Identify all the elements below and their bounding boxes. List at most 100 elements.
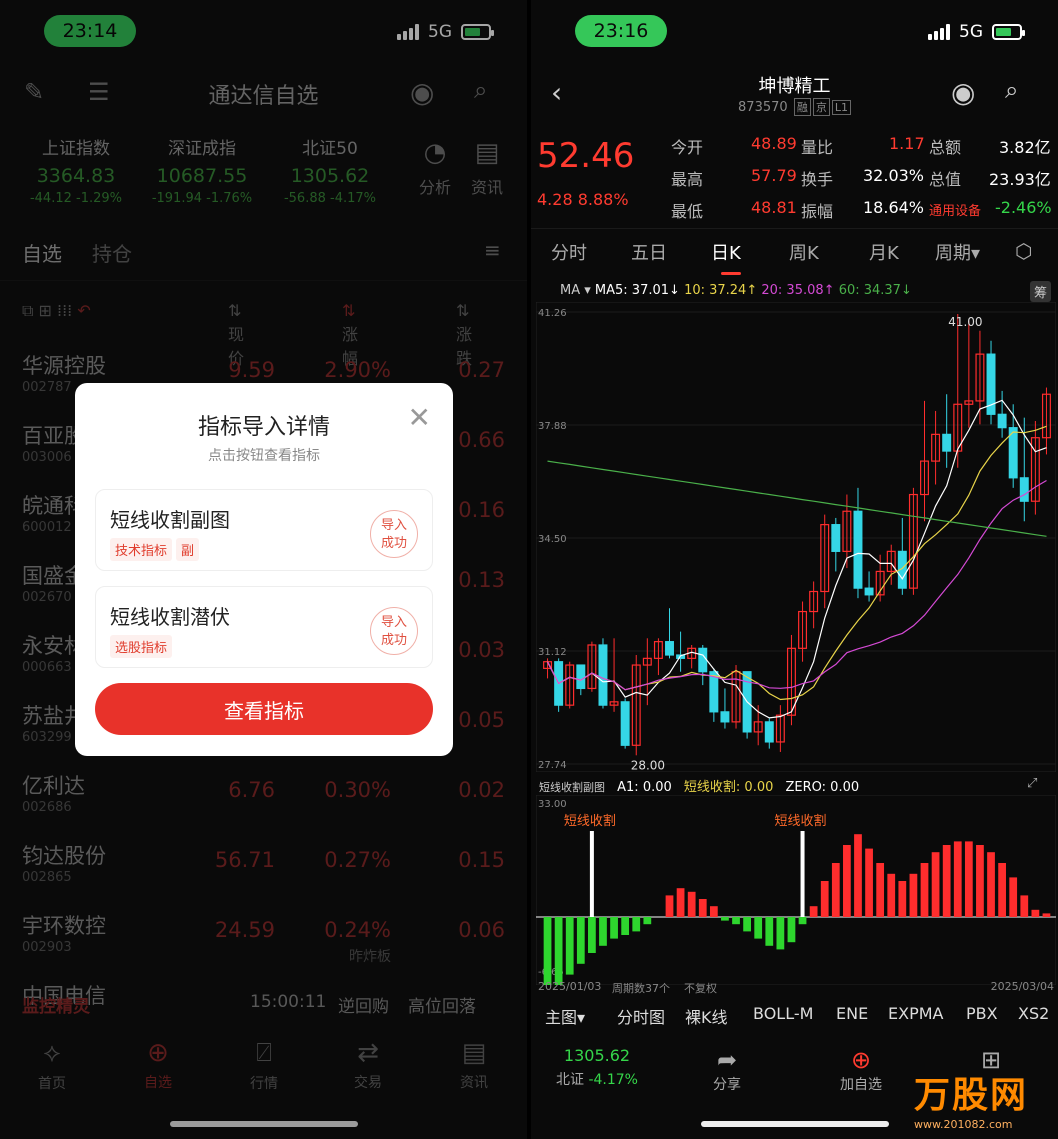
column-pct[interactable]: 涨幅 ⇅ — [342, 301, 358, 368]
candle — [831, 517, 841, 572]
watchlist-tabs: 自选 持仓 ≡ — [0, 232, 527, 280]
tab-five-day[interactable]: 五日 — [631, 239, 667, 265]
indicator-bar — [898, 881, 907, 917]
candle — [964, 320, 974, 428]
robot-assistant-icon[interactable]: ◉ — [951, 76, 975, 109]
trade-icon: ⇄ — [357, 1038, 379, 1068]
column-price[interactable]: 现价 ⇅ — [228, 301, 244, 368]
candle — [1008, 404, 1018, 488]
candlestick-chart[interactable]: 41.26 37.88 34.50 31.12 27.74 41.00 28.00 — [536, 302, 1056, 772]
menu-icon[interactable]: ≡ — [484, 238, 501, 262]
page-title: 通达信自选 — [208, 84, 319, 109]
tab-weekly-k[interactable]: 周K — [789, 239, 819, 265]
analysis-button[interactable]: ◔ 分析 — [410, 138, 460, 198]
indicator-bar — [798, 917, 807, 925]
main-chart-select[interactable]: 主图▾ — [545, 1004, 585, 1028]
document-icon: ▤ — [474, 138, 500, 168]
indicator-bar — [1009, 877, 1018, 917]
indicator-card[interactable]: 短线收割副图 技术指标副 导入 成功 — [95, 489, 433, 571]
index-ticker[interactable]: 1305.62 北证 -4.17% — [555, 1046, 639, 1089]
share-button[interactable]: ➦ 分享 — [701, 1046, 753, 1094]
signal-label: 短线收割 — [564, 813, 616, 829]
add-watchlist-button[interactable]: ⊕ 加自选 — [831, 1046, 891, 1094]
expand-icon[interactable]: ⤢ — [1027, 776, 1037, 791]
battery-icon — [992, 24, 1025, 40]
toolbar-item[interactable]: 裸K线 — [685, 1004, 728, 1028]
indicator-bar — [732, 917, 740, 925]
candle — [653, 638, 663, 676]
candle — [1030, 420, 1040, 515]
indicator-bar — [787, 917, 796, 943]
indicator-bar — [931, 852, 940, 917]
index-item[interactable]: 北证50 1305.62 -56.88 -4.17% — [270, 134, 390, 206]
stock-pct: 0.30% — [324, 778, 391, 802]
candle — [554, 658, 564, 712]
tab-positions[interactable]: 持仓 — [92, 238, 132, 267]
indicator-bar — [576, 917, 585, 964]
candle — [764, 718, 774, 749]
network-label: 5G — [959, 22, 983, 42]
indicator-card[interactable]: 短线收割潜伏 选股指标 导入 成功 — [95, 586, 433, 668]
indicator-import-dialog: 指标导入详情 点击按钮查看指标 ✕ 短线收割副图 技术指标副 导入 成功 短线收割… — [75, 383, 453, 756]
ma5-line — [546, 399, 1047, 719]
toolbar-item[interactable]: XS2 — [1018, 1004, 1049, 1023]
nav-news[interactable]: ▤ 资讯 — [444, 1038, 504, 1092]
stock-price: 9.59 — [228, 358, 275, 382]
indicator-bar — [588, 917, 596, 953]
stock-change: 0.27 — [458, 358, 505, 382]
news-button[interactable]: ▤ 资讯 — [462, 138, 512, 198]
settings-hex-icon[interactable]: ⬡ — [1015, 239, 1032, 263]
index-item[interactable]: 上证指数 3364.83 -44.12 -1.29% — [16, 134, 136, 206]
stock-code: 002670 — [22, 590, 72, 605]
candle — [864, 571, 874, 602]
stock-change: 0.02 — [458, 778, 505, 802]
view-indicator-button[interactable]: 查看指标 — [95, 683, 433, 735]
close-icon[interactable]: ✕ — [408, 401, 431, 434]
nav-trade[interactable]: ⇄ 交易 — [338, 1038, 398, 1092]
stock-code: 002903 — [22, 940, 72, 955]
tab-intraday[interactable]: 分时 — [551, 239, 587, 265]
nav-watchlist[interactable]: ⊕ 自选 — [128, 1038, 188, 1092]
search-icon[interactable]: ⌕ — [474, 76, 487, 104]
quote-panel: 52.46 4.28 8.88% 今开 48.89 量比 1.17 总额 3.8… — [537, 134, 1052, 221]
robot-assistant-icon[interactable]: ◉ — [410, 76, 434, 109]
home-icon: ⟡ — [43, 1038, 61, 1068]
tab-monthly-k[interactable]: 月K — [869, 239, 899, 265]
toolbar-item[interactable]: BOLL-M — [753, 1004, 813, 1023]
indicator-bar — [599, 917, 607, 946]
table-row[interactable]: 钧达股份 002865 56.71 0.27% 0.15 — [0, 828, 527, 898]
stock-change: 0.05 — [458, 708, 505, 732]
table-row[interactable]: 亿利达 002686 6.76 0.30% 0.02 — [0, 758, 527, 828]
nav-market[interactable]: ⍁ 行情 — [234, 1038, 294, 1093]
tab-period[interactable]: 周期▾ — [935, 239, 980, 265]
chip-distribution-button[interactable]: 筹 — [1030, 281, 1052, 302]
market-icon: ⍁ — [256, 1038, 272, 1068]
indicator-subchart[interactable]: 33.00-6.65短线收割短线收割 — [536, 795, 1056, 985]
nav-home[interactable]: ⟡ 首页 — [22, 1038, 82, 1093]
index-item[interactable]: 深证成指 10687.55 -191.94 -1.76% — [142, 134, 262, 206]
toolbar-item[interactable]: ENE — [836, 1004, 868, 1023]
column-change[interactable]: 涨跌 ⇅ — [456, 301, 472, 368]
indicator-bar — [565, 917, 574, 975]
indicator-bar — [1042, 913, 1051, 917]
toolbar-icons[interactable]: ⧉ ⊞ ⁞⁞⁞ ↶ — [22, 301, 91, 321]
indicator-bar — [610, 917, 618, 939]
toolbar-item[interactable]: EXPMA — [888, 1004, 943, 1023]
stock-price: 6.76 — [228, 778, 275, 802]
candle — [665, 608, 674, 659]
signal-bar — [589, 831, 594, 917]
y-tick-label: 34.50 — [538, 534, 567, 545]
low-annotation: 28.00 — [631, 758, 665, 772]
toolbar-item[interactable]: PBX — [966, 1004, 998, 1023]
tab-daily-k[interactable]: 日K — [711, 239, 741, 275]
candle — [997, 390, 1007, 438]
tab-watchlist[interactable]: 自选 — [22, 238, 62, 267]
toolbar-item[interactable]: 分时图 — [617, 1004, 665, 1028]
monitor-bar[interactable]: 监控精灵 15:00:11 逆回购 高位回落 — [0, 992, 527, 1022]
y-tick-label: 41.26 — [538, 308, 567, 319]
table-row[interactable]: 宇环数控 002903 24.59 0.24% 0.06 昨炸板 — [0, 898, 527, 968]
candle — [731, 665, 741, 729]
indicator-bar — [953, 841, 962, 917]
dialog-title: 指标导入详情 — [197, 415, 330, 440]
search-icon[interactable]: ⌕ — [1005, 76, 1018, 104]
